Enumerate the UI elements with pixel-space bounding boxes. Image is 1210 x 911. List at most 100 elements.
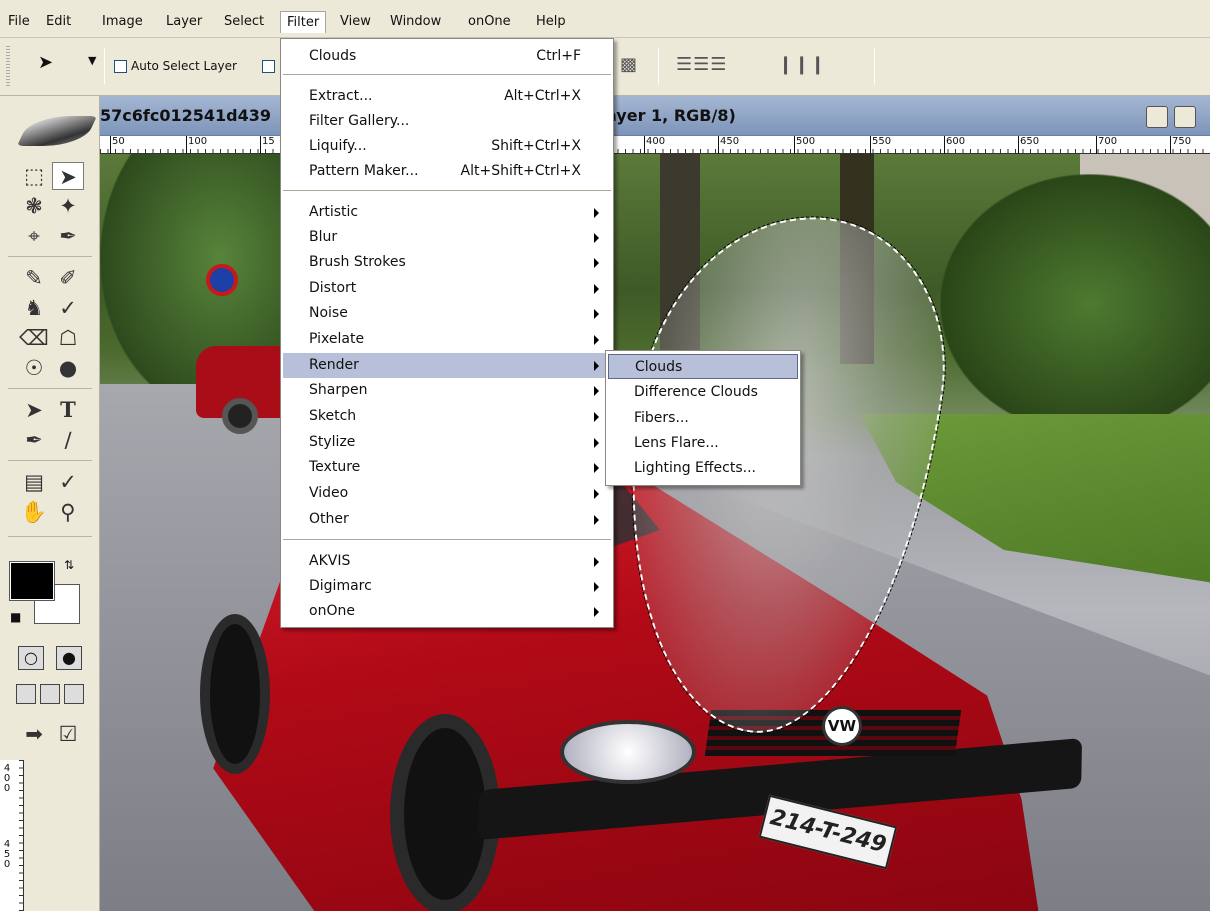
menu-window[interactable]: Window — [384, 11, 447, 33]
distribute-horizontal-icon[interactable]: ❙❙❙ — [778, 54, 826, 75]
type-tool-icon[interactable]: T — [52, 396, 84, 424]
brush-tool-icon[interactable]: ✐ — [52, 264, 84, 292]
submenu-arrow-icon — [594, 386, 599, 396]
menu-item-render[interactable]: Render — [283, 353, 611, 378]
minimize-button[interactable] — [1146, 106, 1168, 128]
menu-item-label: Extract... — [309, 88, 373, 104]
align-bottom-icon[interactable]: ▩ — [620, 54, 638, 75]
menu-item-shortcut: Shift+Ctrl+X — [491, 138, 581, 154]
image-canvas[interactable]: VW 214-T-249 — [100, 154, 1210, 911]
quick-mask-mode-button[interactable]: ● — [56, 646, 82, 670]
menu-item-label: Other — [309, 511, 349, 527]
menu-item-video[interactable]: Video — [283, 481, 611, 506]
crop-tool-icon[interactable]: ⌖ — [18, 222, 50, 250]
healing-brush-tool-icon[interactable]: ✎ — [18, 264, 50, 292]
submenu-arrow-icon — [594, 412, 599, 422]
menu-item-distort[interactable]: Distort — [283, 276, 611, 301]
move-tool-icon[interactable]: ➤ — [52, 162, 84, 190]
menu-file[interactable]: File — [2, 11, 36, 33]
menu-item-digimarc[interactable]: Digimarc — [283, 574, 611, 599]
menu-edit[interactable]: Edit — [40, 11, 77, 33]
menu-item-onone[interactable]: onOne — [283, 599, 611, 624]
blur-tool-icon[interactable]: ☉ — [18, 354, 50, 382]
full-screen-mode-button[interactable] — [64, 684, 84, 704]
zoom-tool-icon[interactable]: ⚲ — [52, 498, 84, 526]
menu-item-blur[interactable]: Blur — [283, 225, 611, 250]
submenu-item-fibers[interactable]: Fibers... — [608, 406, 798, 431]
show-bounding-box-checkbox[interactable] — [262, 60, 275, 73]
menu-item-label: Noise — [309, 305, 348, 321]
ruler-label: 700 — [1096, 136, 1117, 154]
menu-item-label: Blur — [309, 229, 338, 245]
menu-view[interactable]: View — [334, 11, 377, 33]
submenu-arrow-icon — [594, 489, 599, 499]
ruler-label: 50 — [110, 136, 125, 154]
ruler-label: 650 — [1018, 136, 1039, 154]
paint-bucket-tool-icon[interactable]: ☖ — [52, 324, 84, 352]
options-bar-grip[interactable] — [6, 46, 10, 86]
full-screen-menu-mode-button[interactable] — [40, 684, 60, 704]
menu-item-akvis[interactable]: AKVIS — [283, 549, 611, 574]
distribute-vertical-icon[interactable]: ☰☰☰ — [676, 54, 727, 75]
menu-help[interactable]: Help — [530, 11, 572, 33]
lasso-tool-icon[interactable]: ❃ — [18, 192, 50, 220]
maximize-button[interactable] — [1174, 106, 1196, 128]
auto-select-layer-checkbox[interactable] — [114, 60, 127, 73]
menu-select[interactable]: Select — [218, 11, 270, 33]
swap-colors-icon[interactable]: ⇅ — [64, 558, 74, 572]
eraser-tool-icon[interactable]: ⌫ — [18, 324, 50, 352]
menu-filter[interactable]: Filter — [280, 11, 327, 33]
submenu-arrow-icon — [594, 208, 599, 218]
path-selection-tool-icon[interactable]: ➤ — [18, 396, 50, 424]
default-colors-icon[interactable]: ■ — [10, 610, 21, 624]
ruler-label: 600 — [944, 136, 965, 154]
history-brush-tool-icon[interactable]: ✓ — [52, 294, 84, 322]
menu-item-label: Filter Gallery... — [309, 113, 410, 129]
menu-item-clouds-last-filter[interactable]: Clouds Ctrl+F — [283, 44, 611, 69]
menu-item-other[interactable]: Other — [283, 507, 611, 532]
photo-small-car-wheel — [222, 398, 258, 434]
notes-tool-icon[interactable]: ▤ — [18, 468, 50, 496]
tool-preset-picker[interactable]: ➤ ▼ — [34, 52, 108, 80]
menu-item-brush-strokes[interactable]: Brush Strokes — [283, 250, 611, 275]
slice-tool-icon[interactable]: ✒ — [52, 222, 84, 250]
eyedropper-tool-icon[interactable]: ✓ — [52, 468, 84, 496]
pen-tool-icon[interactable]: ✒ — [18, 426, 50, 454]
menu-layer[interactable]: Layer — [160, 11, 208, 33]
menu-image[interactable]: Image — [96, 11, 149, 33]
ruler-label: 400 — [644, 136, 665, 154]
standard-screen-mode-button[interactable] — [16, 684, 36, 704]
submenu-arrow-icon — [594, 582, 599, 592]
dodge-tool-icon[interactable]: ● — [52, 354, 84, 382]
hand-tool-icon[interactable]: ✋ — [18, 498, 50, 526]
menu-item-pixelate[interactable]: Pixelate — [283, 327, 611, 352]
magic-wand-tool-icon[interactable]: ✦ — [52, 192, 84, 220]
submenu-item-clouds[interactable]: Clouds — [608, 354, 798, 379]
line-tool-icon[interactable]: ∕ — [52, 426, 84, 454]
menu-item-pattern-maker[interactable]: Pattern Maker... Alt+Shift+Ctrl+X — [283, 159, 611, 184]
menu-item-texture[interactable]: Texture — [283, 455, 611, 480]
menu-item-filter-gallery[interactable]: Filter Gallery... — [283, 109, 611, 134]
ruler-label: 100 — [186, 136, 207, 154]
menu-item-artistic[interactable]: Artistic — [283, 200, 611, 225]
menu-item-sharpen[interactable]: Sharpen — [283, 378, 611, 403]
marquee-tool-icon[interactable]: ⬚ — [18, 162, 50, 190]
menu-item-liquify[interactable]: Liquify... Shift+Ctrl+X — [283, 134, 611, 159]
submenu-item-lens-flare[interactable]: Lens Flare... — [608, 431, 798, 456]
jump-to-imageready-icon[interactable]: ➡ — [18, 720, 50, 748]
submenu-item-difference-clouds[interactable]: Difference Clouds — [608, 380, 798, 405]
submenu-item-lighting-effects[interactable]: Lighting Effects... — [608, 456, 798, 481]
clone-stamp-tool-icon[interactable]: ♞ — [18, 294, 50, 322]
submenu-arrow-icon — [594, 361, 599, 371]
ruler-label: 0 — [3, 859, 11, 870]
menu-separator — [283, 539, 611, 540]
menu-item-noise[interactable]: Noise — [283, 301, 611, 326]
foreground-color-swatch[interactable] — [9, 561, 55, 601]
menu-item-stylize[interactable]: Stylize — [283, 430, 611, 455]
document-title-bar[interactable]: 57c6fc012541d439 ayer 1, RGB/8) — [100, 96, 1210, 136]
standard-mode-button[interactable]: ○ — [18, 646, 44, 670]
menu-item-sketch[interactable]: Sketch — [283, 404, 611, 429]
edit-in-imageready-icon[interactable]: ☑ — [52, 720, 84, 748]
menu-onone[interactable]: onOne — [462, 11, 517, 33]
menu-item-extract[interactable]: Extract... Alt+Ctrl+X — [283, 84, 611, 109]
